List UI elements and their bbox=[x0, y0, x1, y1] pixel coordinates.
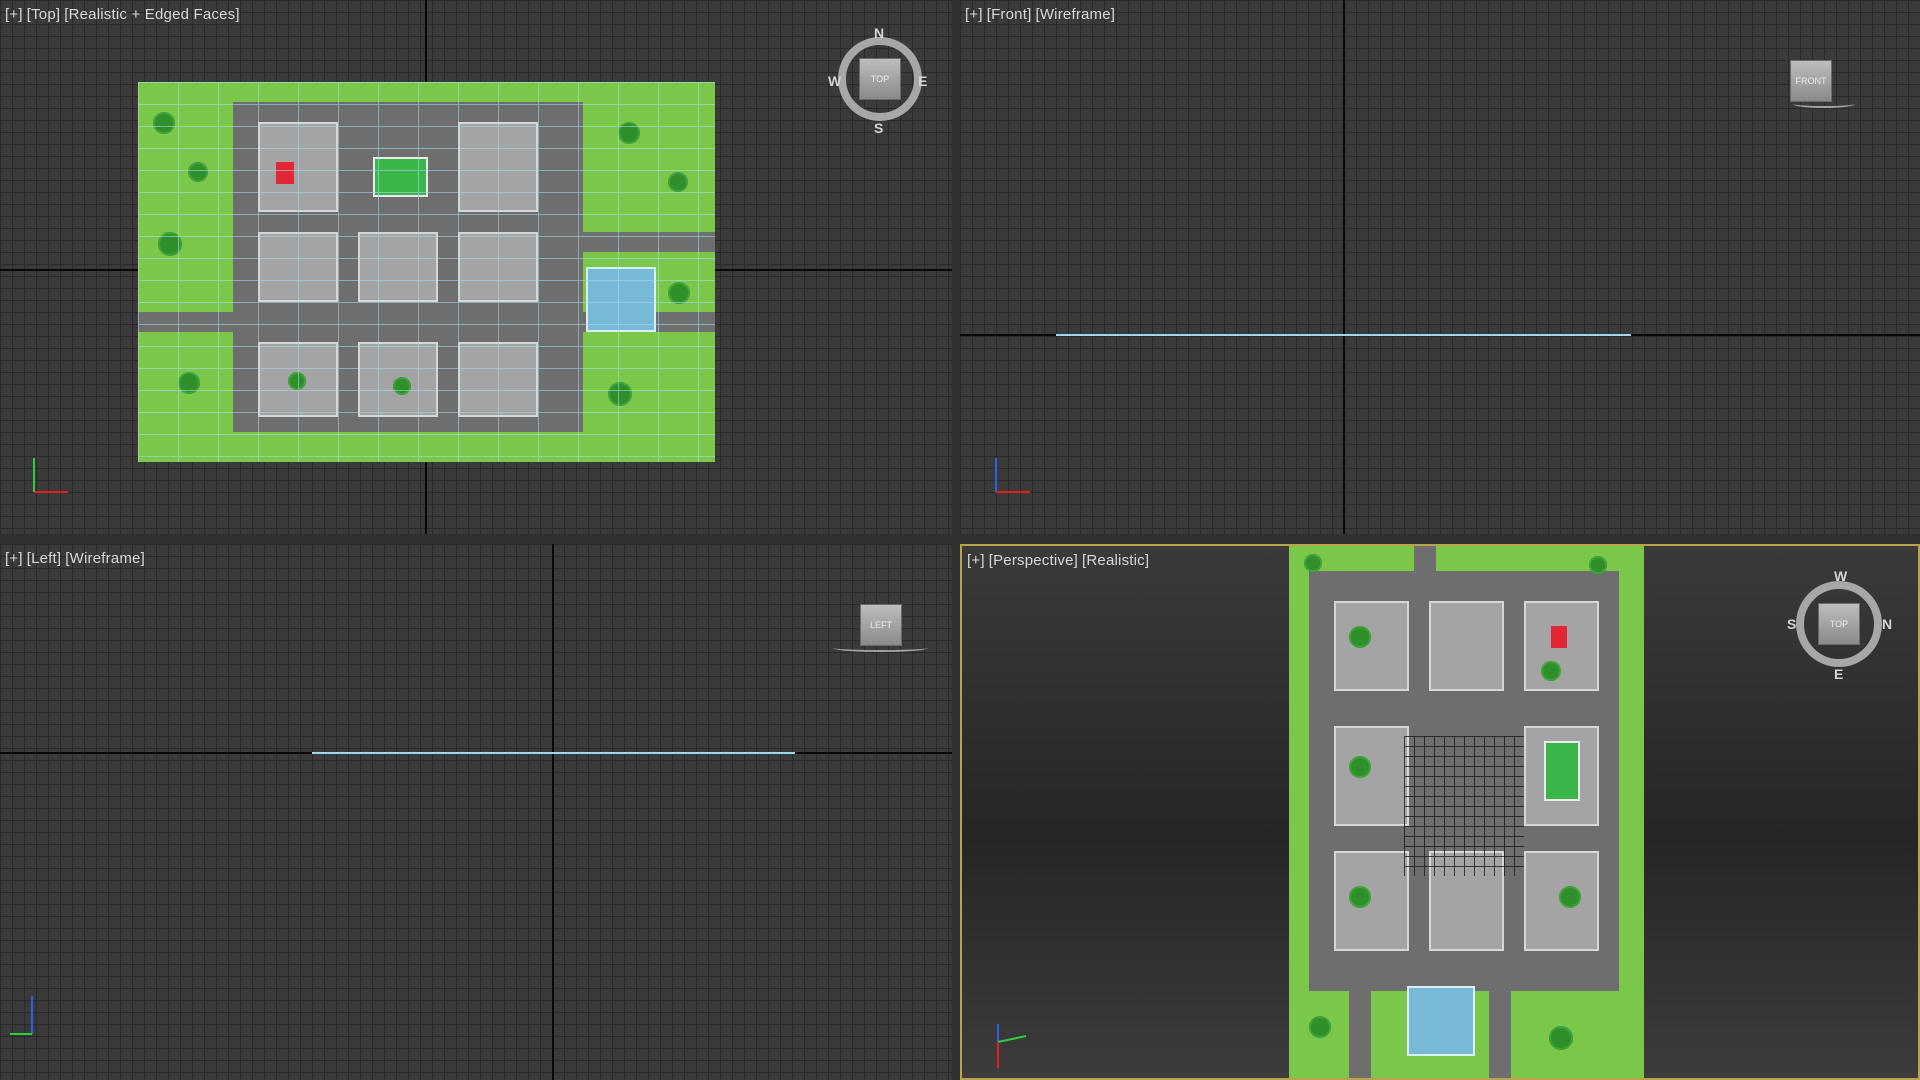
left-selected-object-edge bbox=[312, 752, 795, 754]
persp-axis-tripod-icon bbox=[992, 1022, 1032, 1072]
map-block bbox=[1334, 851, 1409, 951]
map-road bbox=[1349, 986, 1371, 1078]
persp-compass-n[interactable]: N bbox=[1882, 616, 1892, 632]
viewport-front-view-menu[interactable]: [Front] bbox=[987, 6, 1032, 23]
map-road bbox=[1414, 546, 1436, 576]
map-tree bbox=[1541, 661, 1561, 681]
viewport-left-shading-menu[interactable]: [Wireframe] bbox=[65, 550, 145, 567]
top-compass-w[interactable]: W bbox=[828, 73, 841, 89]
viewport-perspective-view-menu[interactable]: [Perspective] bbox=[989, 552, 1078, 569]
viewport-top-plus-menu[interactable]: [+] bbox=[5, 6, 23, 23]
left-viewcube-base bbox=[833, 644, 928, 652]
viewport-left-label[interactable]: [+] [Left] [Wireframe] bbox=[5, 550, 149, 567]
viewport-top-shading-menu[interactable]: [Realistic + Edged Faces] bbox=[64, 6, 240, 23]
top-compass-s[interactable]: S bbox=[874, 120, 883, 136]
viewport-left-plus-menu[interactable]: [+] bbox=[5, 550, 23, 567]
persp-viewcube[interactable]: TOP bbox=[1818, 603, 1860, 645]
viewport-top-label[interactable]: [+] [Top] [Realistic + Edged Faces] bbox=[5, 6, 244, 23]
map-red-roof bbox=[1551, 626, 1567, 648]
top-axis-tripod-icon bbox=[28, 448, 68, 498]
map-block bbox=[1334, 726, 1409, 826]
viewport-front[interactable]: [+] [Front] [Wireframe] FRONT bbox=[960, 0, 1920, 534]
viewport-left-view-menu[interactable]: [Left] bbox=[27, 550, 62, 567]
persp-compass-w[interactable]: W bbox=[1834, 568, 1847, 584]
viewport-left[interactable]: [+] [Left] [Wireframe] LEFT bbox=[0, 544, 952, 1080]
map-tree bbox=[1304, 554, 1322, 572]
left-axis-vertical bbox=[552, 544, 554, 1080]
map-soccer-field bbox=[1544, 741, 1580, 801]
viewport-perspective[interactable]: [+] [Perspective] [Realistic] TOP W E N S bbox=[960, 544, 1920, 1080]
map-tree bbox=[1349, 886, 1371, 908]
left-axis-tripod-icon bbox=[8, 990, 48, 1040]
map-tree bbox=[1309, 1016, 1331, 1038]
front-viewcube[interactable]: FRONT bbox=[1790, 60, 1832, 102]
map-tree bbox=[1349, 626, 1371, 648]
viewport-perspective-label[interactable]: [+] [Perspective] [Realistic] bbox=[967, 552, 1153, 569]
map-block bbox=[1334, 601, 1409, 691]
map-tree bbox=[1349, 756, 1371, 778]
viewport-perspective-shading-menu[interactable]: [Realistic] bbox=[1082, 552, 1149, 569]
top-compass-e[interactable]: E bbox=[918, 73, 927, 89]
front-selected-object-edge bbox=[1056, 334, 1631, 336]
map-block bbox=[1429, 601, 1504, 691]
front-axis-vertical bbox=[1343, 0, 1345, 534]
perspective-grid-overlay bbox=[1404, 736, 1524, 876]
map-selection-wireframe bbox=[138, 82, 715, 462]
viewport-top[interactable]: [+] [Top] [Realistic + Edged Faces] TOP N … bbox=[0, 0, 952, 534]
map-tree bbox=[1589, 556, 1607, 574]
map-road bbox=[1489, 986, 1511, 1078]
viewport-perspective-plus-menu[interactable]: [+] bbox=[967, 552, 985, 569]
front-viewcube-base bbox=[1793, 100, 1855, 108]
map-tree bbox=[1559, 886, 1581, 908]
map-tree bbox=[1549, 1026, 1573, 1050]
top-viewcube[interactable]: TOP bbox=[859, 58, 901, 100]
viewport-top-view-menu[interactable]: [Top] bbox=[27, 6, 61, 23]
front-axis-tripod-icon bbox=[990, 448, 1030, 498]
city-map-object[interactable] bbox=[138, 82, 715, 462]
city-map-perspective[interactable] bbox=[1289, 546, 1644, 1078]
viewport-front-label[interactable]: [+] [Front] [Wireframe] bbox=[965, 6, 1119, 23]
left-viewcube[interactable]: LEFT bbox=[860, 604, 902, 646]
viewport-front-shading-menu[interactable]: [Wireframe] bbox=[1035, 6, 1115, 23]
top-compass-n[interactable]: N bbox=[874, 25, 884, 41]
persp-compass-s[interactable]: S bbox=[1787, 616, 1796, 632]
persp-compass-e[interactable]: E bbox=[1834, 666, 1843, 682]
viewport-front-plus-menu[interactable]: [+] bbox=[965, 6, 983, 23]
map-glass-building bbox=[1407, 986, 1475, 1056]
